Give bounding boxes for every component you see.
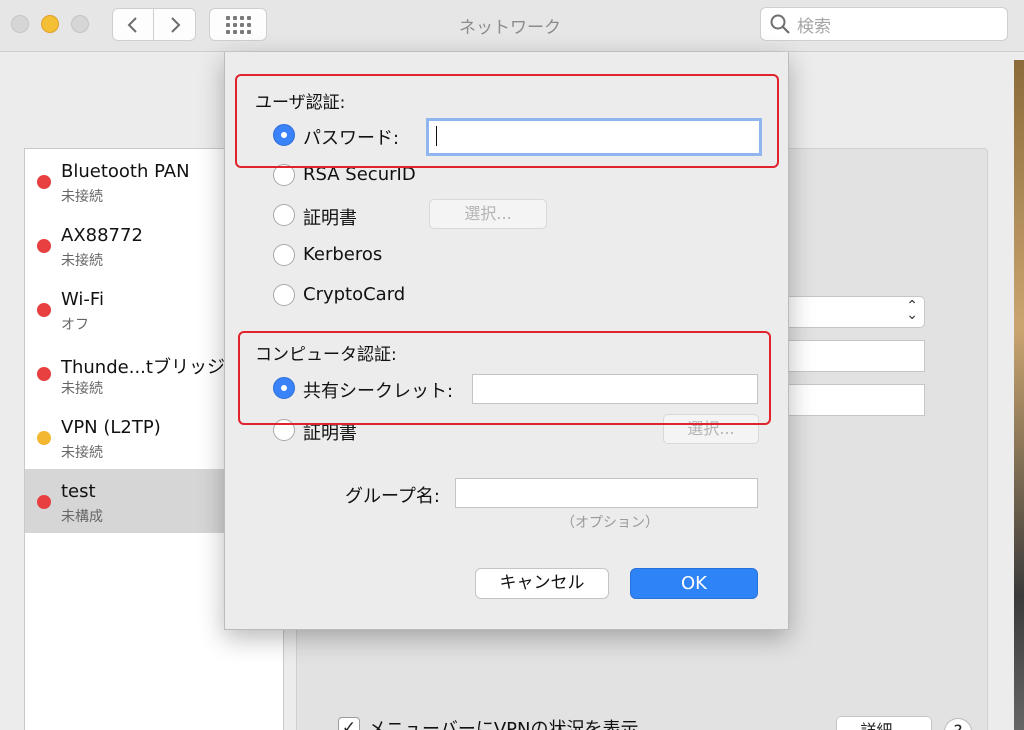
account-name-field[interactable] (780, 384, 925, 416)
chevron-left-icon (127, 16, 137, 33)
service-name: Thunde...tブリッジ (61, 357, 225, 378)
user-auth-highlight (235, 74, 779, 168)
cryptocard-radio[interactable] (273, 284, 295, 306)
user-certificate-label: 証明書 (303, 208, 357, 229)
search-placeholder: 検索 (797, 16, 831, 37)
configuration-popup[interactable]: ⌃ ⌄ (780, 296, 925, 328)
group-name-label: グループ名: (345, 486, 440, 507)
menubar-vpn-checkbox[interactable]: ✓ (338, 717, 360, 730)
chevron-right-icon (170, 16, 180, 33)
machine-auth-highlight (238, 331, 771, 425)
service-name: Bluetooth PAN (61, 161, 190, 182)
checkmark-icon: ✓ (341, 718, 357, 730)
search-icon (770, 14, 790, 34)
advanced-button[interactable]: 詳細... (836, 716, 932, 730)
show-all-button[interactable] (209, 8, 267, 41)
service-name: VPN (L2TP) (61, 417, 161, 438)
service-status: 未接続 (61, 253, 103, 269)
updown-chevron-icon: ⌃ ⌄ (906, 298, 918, 323)
cryptocard-label: CryptoCard (303, 284, 406, 305)
forward-button[interactable] (153, 8, 196, 41)
status-dot-icon (37, 239, 51, 253)
service-status: オフ (61, 317, 89, 333)
minimize-window-button[interactable] (41, 15, 59, 33)
kerberos-radio[interactable] (273, 244, 295, 266)
zoom-window-button[interactable] (71, 15, 89, 33)
kerberos-label: Kerberos (303, 244, 383, 265)
window-title: ネットワーク (459, 18, 561, 38)
service-name: test (61, 481, 96, 502)
menubar-vpn-label: メニューバーにVPNの状況を表示 (368, 719, 639, 730)
service-status: 未構成 (61, 509, 103, 525)
status-dot-icon (37, 303, 51, 317)
service-name: AX88772 (61, 225, 143, 246)
service-status: 未接続 (61, 381, 103, 397)
optional-note: （オプション） (561, 515, 659, 531)
service-status: 未接続 (61, 445, 103, 461)
desktop-edge (1014, 60, 1024, 730)
status-dot-icon (37, 495, 51, 509)
search-field[interactable]: 検索 (760, 7, 1008, 41)
cancel-button[interactable]: キャンセル (475, 568, 609, 599)
back-button[interactable] (112, 8, 154, 41)
server-address-field[interactable] (780, 340, 925, 372)
service-name: Wi-Fi (61, 289, 104, 310)
service-status: 未接続 (61, 189, 103, 205)
grid-icon (225, 15, 251, 34)
authentication-settings-sheet: ユーザ認証: パスワード: RSA SecurID 証明書 選択... Kerb… (224, 52, 789, 630)
group-name-input[interactable] (455, 478, 758, 508)
close-window-button[interactable] (11, 15, 29, 33)
status-dot-icon (37, 431, 51, 445)
status-dot-icon (37, 175, 51, 189)
user-certificate-select-button[interactable]: 選択... (429, 199, 547, 229)
title-bar: ネットワーク 検索 (0, 0, 1024, 52)
user-certificate-radio[interactable] (273, 204, 295, 226)
status-dot-icon (37, 367, 51, 381)
ok-button[interactable]: OK (630, 568, 758, 599)
